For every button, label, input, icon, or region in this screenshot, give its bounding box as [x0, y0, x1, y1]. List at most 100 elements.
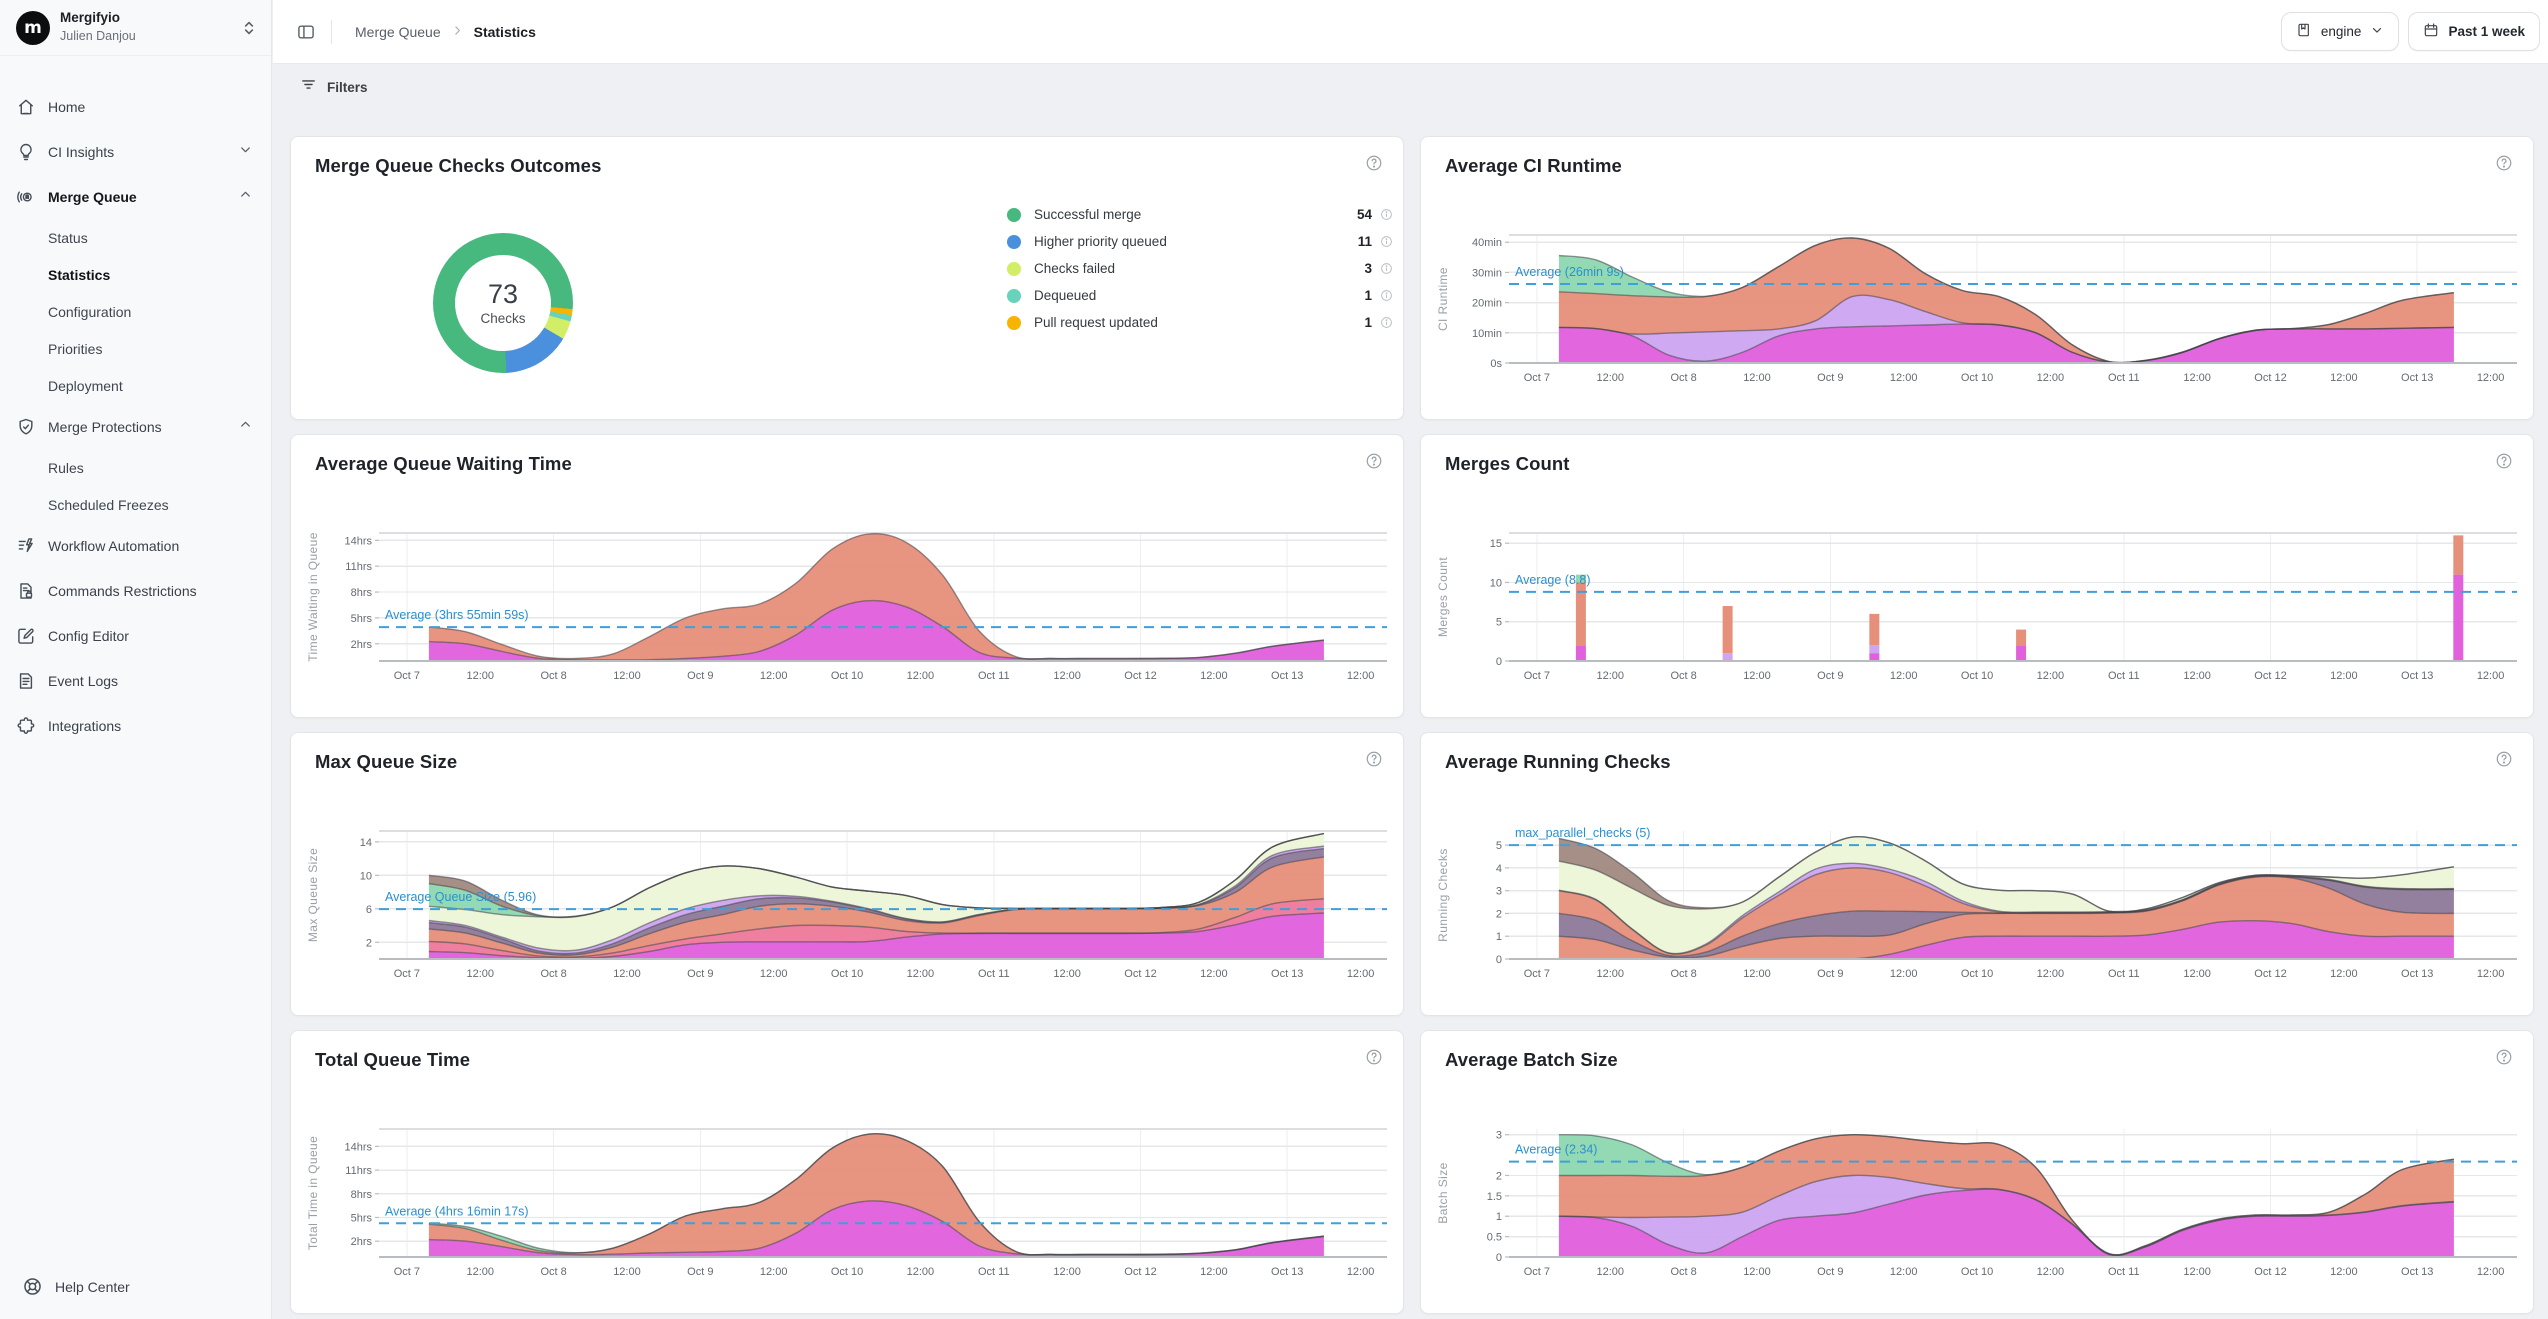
sidebar-item-label: Priorities	[48, 341, 102, 357]
filters-button[interactable]: Filters	[300, 70, 368, 104]
user-name: Julien Danjou	[60, 29, 136, 43]
y-tick-label: 15	[1490, 538, 1502, 550]
help-icon[interactable]	[2495, 1048, 2513, 1071]
help-icon[interactable]	[2495, 154, 2513, 177]
x-tick-label: 12:00	[760, 670, 788, 682]
x-tick-label: 12:00	[2037, 1266, 2065, 1278]
info-icon[interactable]	[1380, 262, 1393, 275]
x-tick-label: Oct 13	[1271, 968, 1303, 980]
info-icon[interactable]	[1380, 208, 1393, 221]
sidebar-item-deployment[interactable]: Deployment	[0, 367, 271, 404]
info-icon[interactable]	[1380, 235, 1393, 248]
legend-label: Checks failed	[1034, 261, 1346, 276]
x-tick-label: Oct 12	[2254, 372, 2286, 384]
sidebar-item-rules[interactable]: Rules	[0, 449, 271, 486]
average-label: max_parallel_checks (5)	[1515, 826, 1650, 840]
card-total-queue-time: Total Queue TimeAverage (4hrs 16min 17s)…	[290, 1030, 1404, 1314]
bar-segment	[2016, 645, 2026, 661]
x-tick-label: 12:00	[1347, 670, 1375, 682]
sidebar-item-priorities[interactable]: Priorities	[0, 330, 271, 367]
chart-canvas: Average (26min 9s)0s10min20min30min40min…	[1431, 189, 2519, 413]
x-tick-label: Oct 12	[1124, 968, 1156, 980]
max-queue-size-chart: Average Queue Size (5.96)261014Oct 712:0…	[301, 785, 1389, 1009]
info-icon[interactable]	[1380, 289, 1393, 302]
avg-ci-runtime-chart: Average (26min 9s)0s10min20min30min40min…	[1431, 189, 2519, 413]
donut-legend: Successful merge54Higher priority queued…	[1007, 201, 1393, 336]
org-switcher[interactable]: m Mergifyio Julien Danjou	[0, 0, 271, 56]
y-tick-label: 0	[1496, 1252, 1502, 1264]
ci-insights-icon	[16, 142, 36, 162]
x-tick-label: 12:00	[1200, 968, 1228, 980]
breadcrumb-merge-queue[interactable]: Merge Queue	[355, 24, 441, 40]
card-title: Average Running Checks	[1445, 751, 1671, 773]
repository-selector[interactable]: engine	[2281, 12, 2400, 51]
average-label: Average Queue Size (5.96)	[385, 890, 536, 904]
x-tick-label: 12:00	[2330, 670, 2358, 682]
help-icon[interactable]	[1365, 750, 1383, 773]
x-tick-label: 12:00	[1890, 670, 1918, 682]
help-icon[interactable]	[2495, 452, 2513, 475]
sidebar-nav: HomeCI InsightsMerge QueueStatus Statisti…	[0, 84, 271, 748]
sidebar-item-status[interactable]: Status	[0, 219, 271, 256]
x-tick-label: 12:00	[2330, 968, 2358, 980]
legend-value: 54	[1346, 207, 1372, 222]
sidebar-item-merge-protections[interactable]: Merge Protections	[0, 404, 271, 449]
calendar-icon	[2423, 22, 2439, 41]
integrations-icon	[16, 716, 36, 736]
x-tick-label: Oct 8	[540, 968, 566, 980]
sidebar-toggle-icon[interactable]	[296, 22, 316, 47]
x-tick-label: Oct 9	[687, 968, 713, 980]
x-tick-label: Oct 8	[540, 670, 566, 682]
unfold-icon[interactable]	[239, 18, 259, 43]
x-tick-label: Oct 8	[540, 1266, 566, 1278]
y-tick-label: 11hrs	[345, 561, 372, 573]
filters-label: Filters	[327, 80, 368, 95]
sidebar-item-home[interactable]: Home	[0, 84, 271, 129]
help-icon[interactable]	[1365, 1048, 1383, 1071]
legend-value: 1	[1346, 315, 1372, 330]
y-tick-label: 1	[1496, 931, 1502, 943]
card-title: Average Queue Waiting Time	[315, 453, 572, 475]
sidebar-item-merge-queue[interactable]: Merge Queue	[0, 174, 271, 219]
y-tick-label: 0	[1496, 954, 1502, 966]
bar-segment	[2016, 630, 2026, 646]
series-magenta	[429, 601, 1324, 661]
help-icon[interactable]	[1365, 452, 1383, 475]
sidebar-item-ci-insights[interactable]: CI Insights	[0, 129, 271, 174]
sidebar-item-label: Statistics	[48, 267, 110, 283]
chart-canvas: max_parallel_checks (5)012345Oct 712:00O…	[1431, 785, 2519, 1009]
help-icon[interactable]	[2495, 750, 2513, 773]
x-tick-label: Oct 9	[1817, 372, 1843, 384]
info-icon[interactable]	[1380, 316, 1393, 329]
x-tick-label: Oct 8	[1670, 968, 1696, 980]
card-title: Max Queue Size	[315, 751, 457, 773]
y-tick-label: 2	[366, 937, 372, 949]
help-center-link[interactable]: Help Center	[22, 1276, 130, 1297]
date-range-button[interactable]: Past 1 week	[2408, 12, 2540, 51]
bar-segment	[2453, 575, 2463, 661]
sidebar-item-config-editor[interactable]: Config Editor	[0, 613, 271, 658]
x-tick-label: 12:00	[1596, 670, 1624, 682]
x-tick-label: Oct 10	[1961, 1266, 1993, 1278]
x-tick-label: 12:00	[613, 968, 641, 980]
y-tick-label: 8hrs	[351, 587, 373, 599]
sidebar-item-integrations[interactable]: Integrations	[0, 703, 271, 748]
x-tick-label: Oct 12	[1124, 1266, 1156, 1278]
sidebar-item-configuration[interactable]: Configuration	[0, 293, 271, 330]
x-tick-label: 12:00	[613, 1266, 641, 1278]
x-tick-label: Oct 13	[2401, 670, 2433, 682]
sidebar-item-statistics[interactable]: Statistics	[0, 256, 271, 293]
sidebar-item-scheduled-freezes[interactable]: Scheduled Freezes	[0, 486, 271, 523]
sidebar-item-commands-restrictions[interactable]: Commands Restrictions	[0, 568, 271, 613]
y-tick-label: 2hrs	[351, 639, 373, 651]
x-tick-label: Oct 11	[978, 1266, 1010, 1278]
x-tick-label: Oct 9	[1817, 1266, 1843, 1278]
lifebuoy-icon	[22, 1276, 43, 1297]
x-tick-label: Oct 7	[1524, 372, 1550, 384]
sidebar-item-workflow-automation[interactable]: Workflow Automation	[0, 523, 271, 568]
breadcrumb-statistics: Statistics	[474, 24, 536, 40]
y-tick-label: 10	[360, 870, 372, 882]
sidebar-item-event-logs[interactable]: Event Logs	[0, 658, 271, 703]
sidebar-item-label: Configuration	[48, 304, 131, 320]
help-icon[interactable]	[1365, 154, 1383, 177]
